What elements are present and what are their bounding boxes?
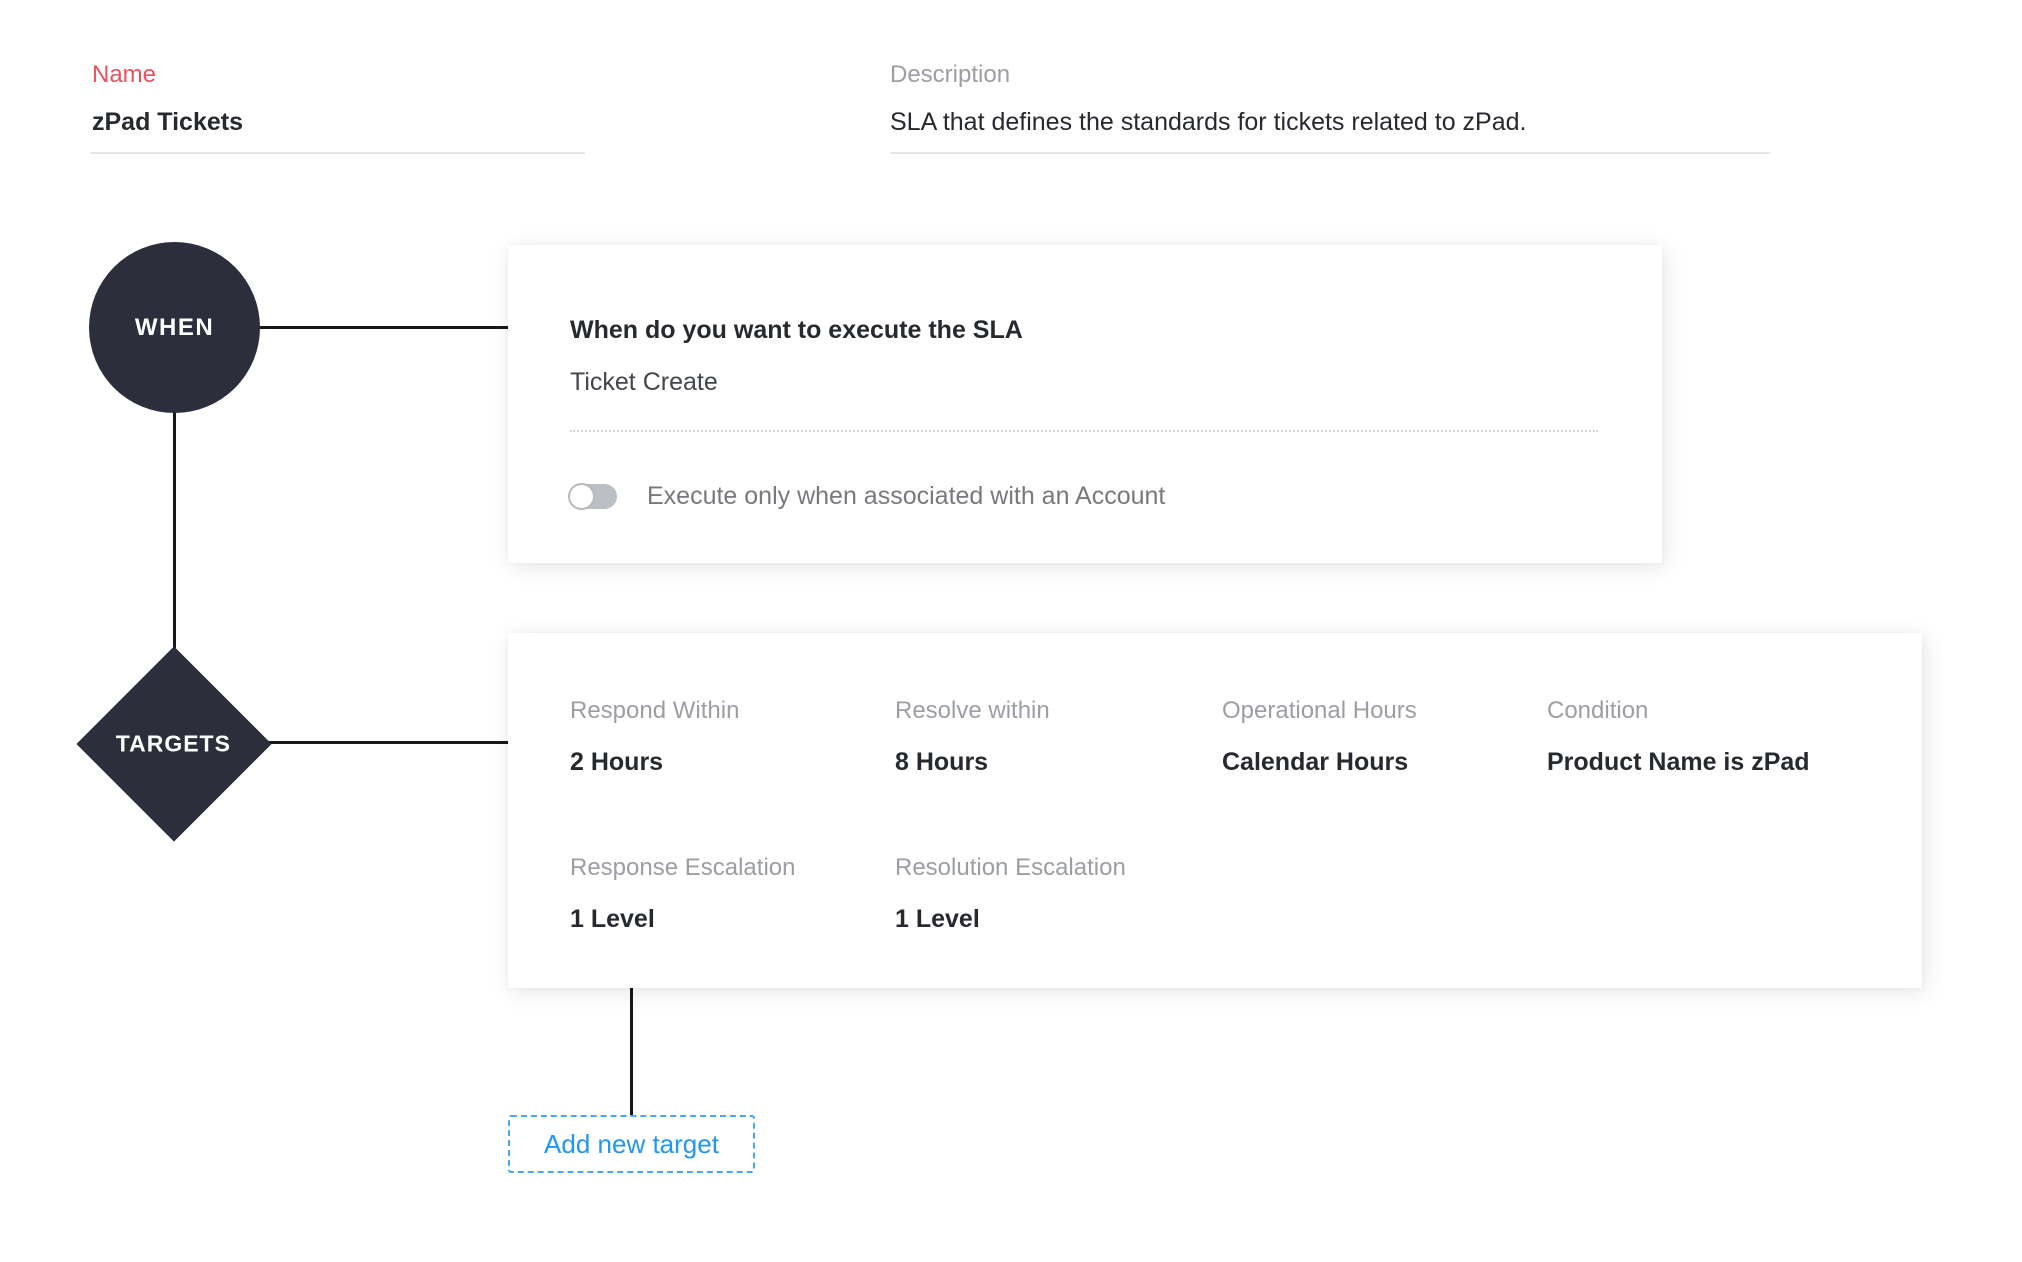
connector-when-to-card [240,326,510,329]
target-field-condition: Condition Product Name is zPad [1547,699,1810,775]
when-card: When do you want to execute the SLA Tick… [508,245,1662,563]
account-toggle-label: Execute only when associated with an Acc… [647,484,1165,509]
targets-flow-node: TARGETS [76,646,271,841]
targets-flow-node-label: TARGETS [116,731,231,758]
trigger-select[interactable]: Ticket Create [570,370,718,395]
when-flow-node: WHEN [89,242,260,413]
target-field-respond-within: Respond Within 2 Hours [570,699,739,775]
target-field-value: 8 Hours [895,750,1050,775]
target-field-value: 1 Level [895,907,1126,932]
target-field-value: 2 Hours [570,750,739,775]
target-field-label: Response Escalation [570,856,795,880]
target-field-operational-hours: Operational Hours Calendar Hours [1222,699,1417,775]
target-field-value: Product Name is zPad [1547,750,1810,775]
account-toggle-row: Execute only when associated with an Acc… [570,484,1165,509]
name-input-underline [90,152,585,154]
connector-targets-to-card [240,741,510,744]
target-field-resolve-within: Resolve within 8 Hours [895,699,1050,775]
toggle-knob [568,483,595,510]
targets-card[interactable]: Respond Within 2 Hours Resolve within 8 … [508,633,1922,988]
target-field-resolution-escalation: Resolution Escalation 1 Level [895,856,1126,932]
when-flow-node-label: WHEN [135,314,214,342]
add-new-target-label: Add new target [544,1131,719,1157]
name-input[interactable]: zPad Tickets [92,110,243,135]
description-label: Description [890,63,1010,87]
target-field-value: 1 Level [570,907,795,932]
sla-editor-page: Name zPad Tickets Description SLA that d… [0,0,2022,1262]
target-field-label: Respond Within [570,699,739,723]
target-field-label: Condition [1547,699,1810,723]
target-field-label: Operational Hours [1222,699,1417,723]
target-field-response-escalation: Response Escalation 1 Level [570,856,795,932]
target-field-value: Calendar Hours [1222,750,1417,775]
when-card-title: When do you want to execute the SLA [570,318,1023,343]
target-field-label: Resolution Escalation [895,856,1126,880]
description-input-underline [890,152,1770,154]
description-input[interactable]: SLA that defines the standards for ticke… [890,110,1527,135]
target-field-label: Resolve within [895,699,1050,723]
trigger-select-underline [570,430,1598,432]
account-association-toggle[interactable] [570,484,617,509]
add-new-target-button[interactable]: Add new target [508,1115,755,1173]
name-label: Name [92,63,156,87]
connector-targets-to-add-button [630,985,633,1116]
